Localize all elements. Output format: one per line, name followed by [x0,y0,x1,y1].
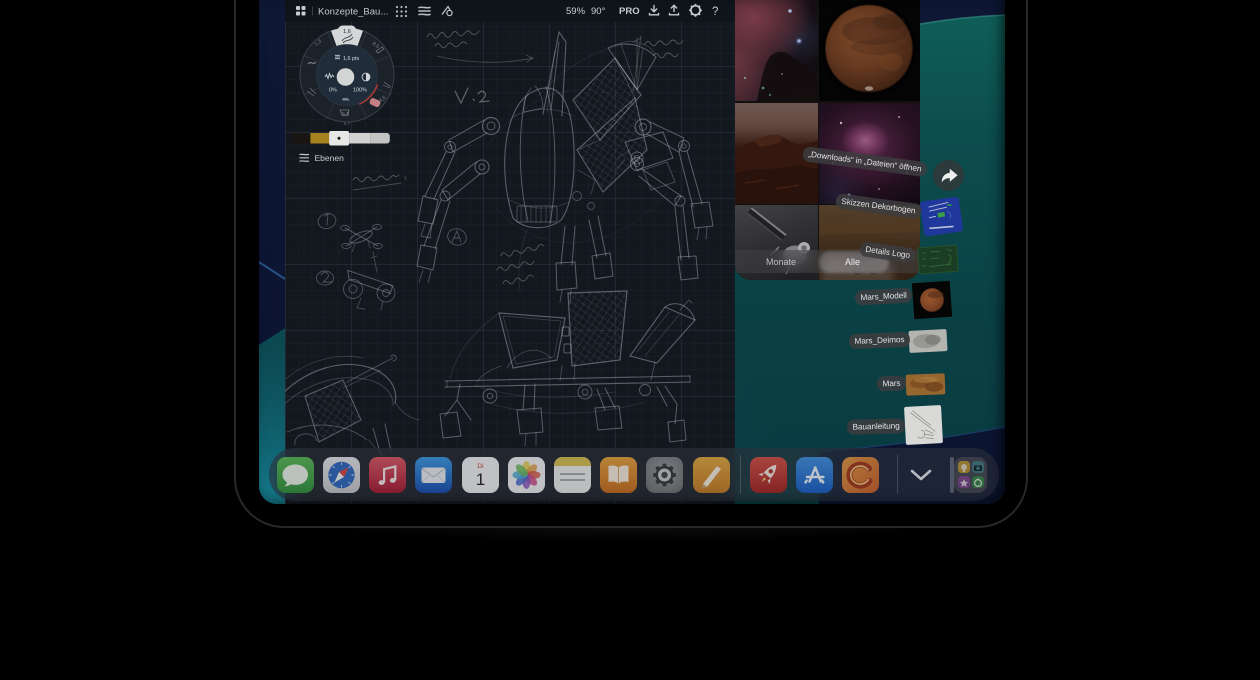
svg-text:PRO: PRO [619,6,640,17]
svg-text:Konzepte_Bau...: Konzepte_Bau... [318,7,388,18]
svg-text:5,7: 5,7 [344,121,351,127]
svg-text:59%: 59% [566,6,586,17]
svg-text:1,6 pts: 1,6 pts [343,56,359,62]
svg-text:1,6: 1,6 [343,29,351,35]
svg-text:100%: 100% [353,88,367,94]
svg-text:90°: 90° [591,6,606,17]
svg-text:1: 1 [475,470,484,489]
svg-text:0%: 0% [329,88,337,94]
svg-text:Ebenen: Ebenen [315,153,345,163]
svg-text:Di: Di [477,463,483,470]
svg-text:?: ? [712,6,718,18]
